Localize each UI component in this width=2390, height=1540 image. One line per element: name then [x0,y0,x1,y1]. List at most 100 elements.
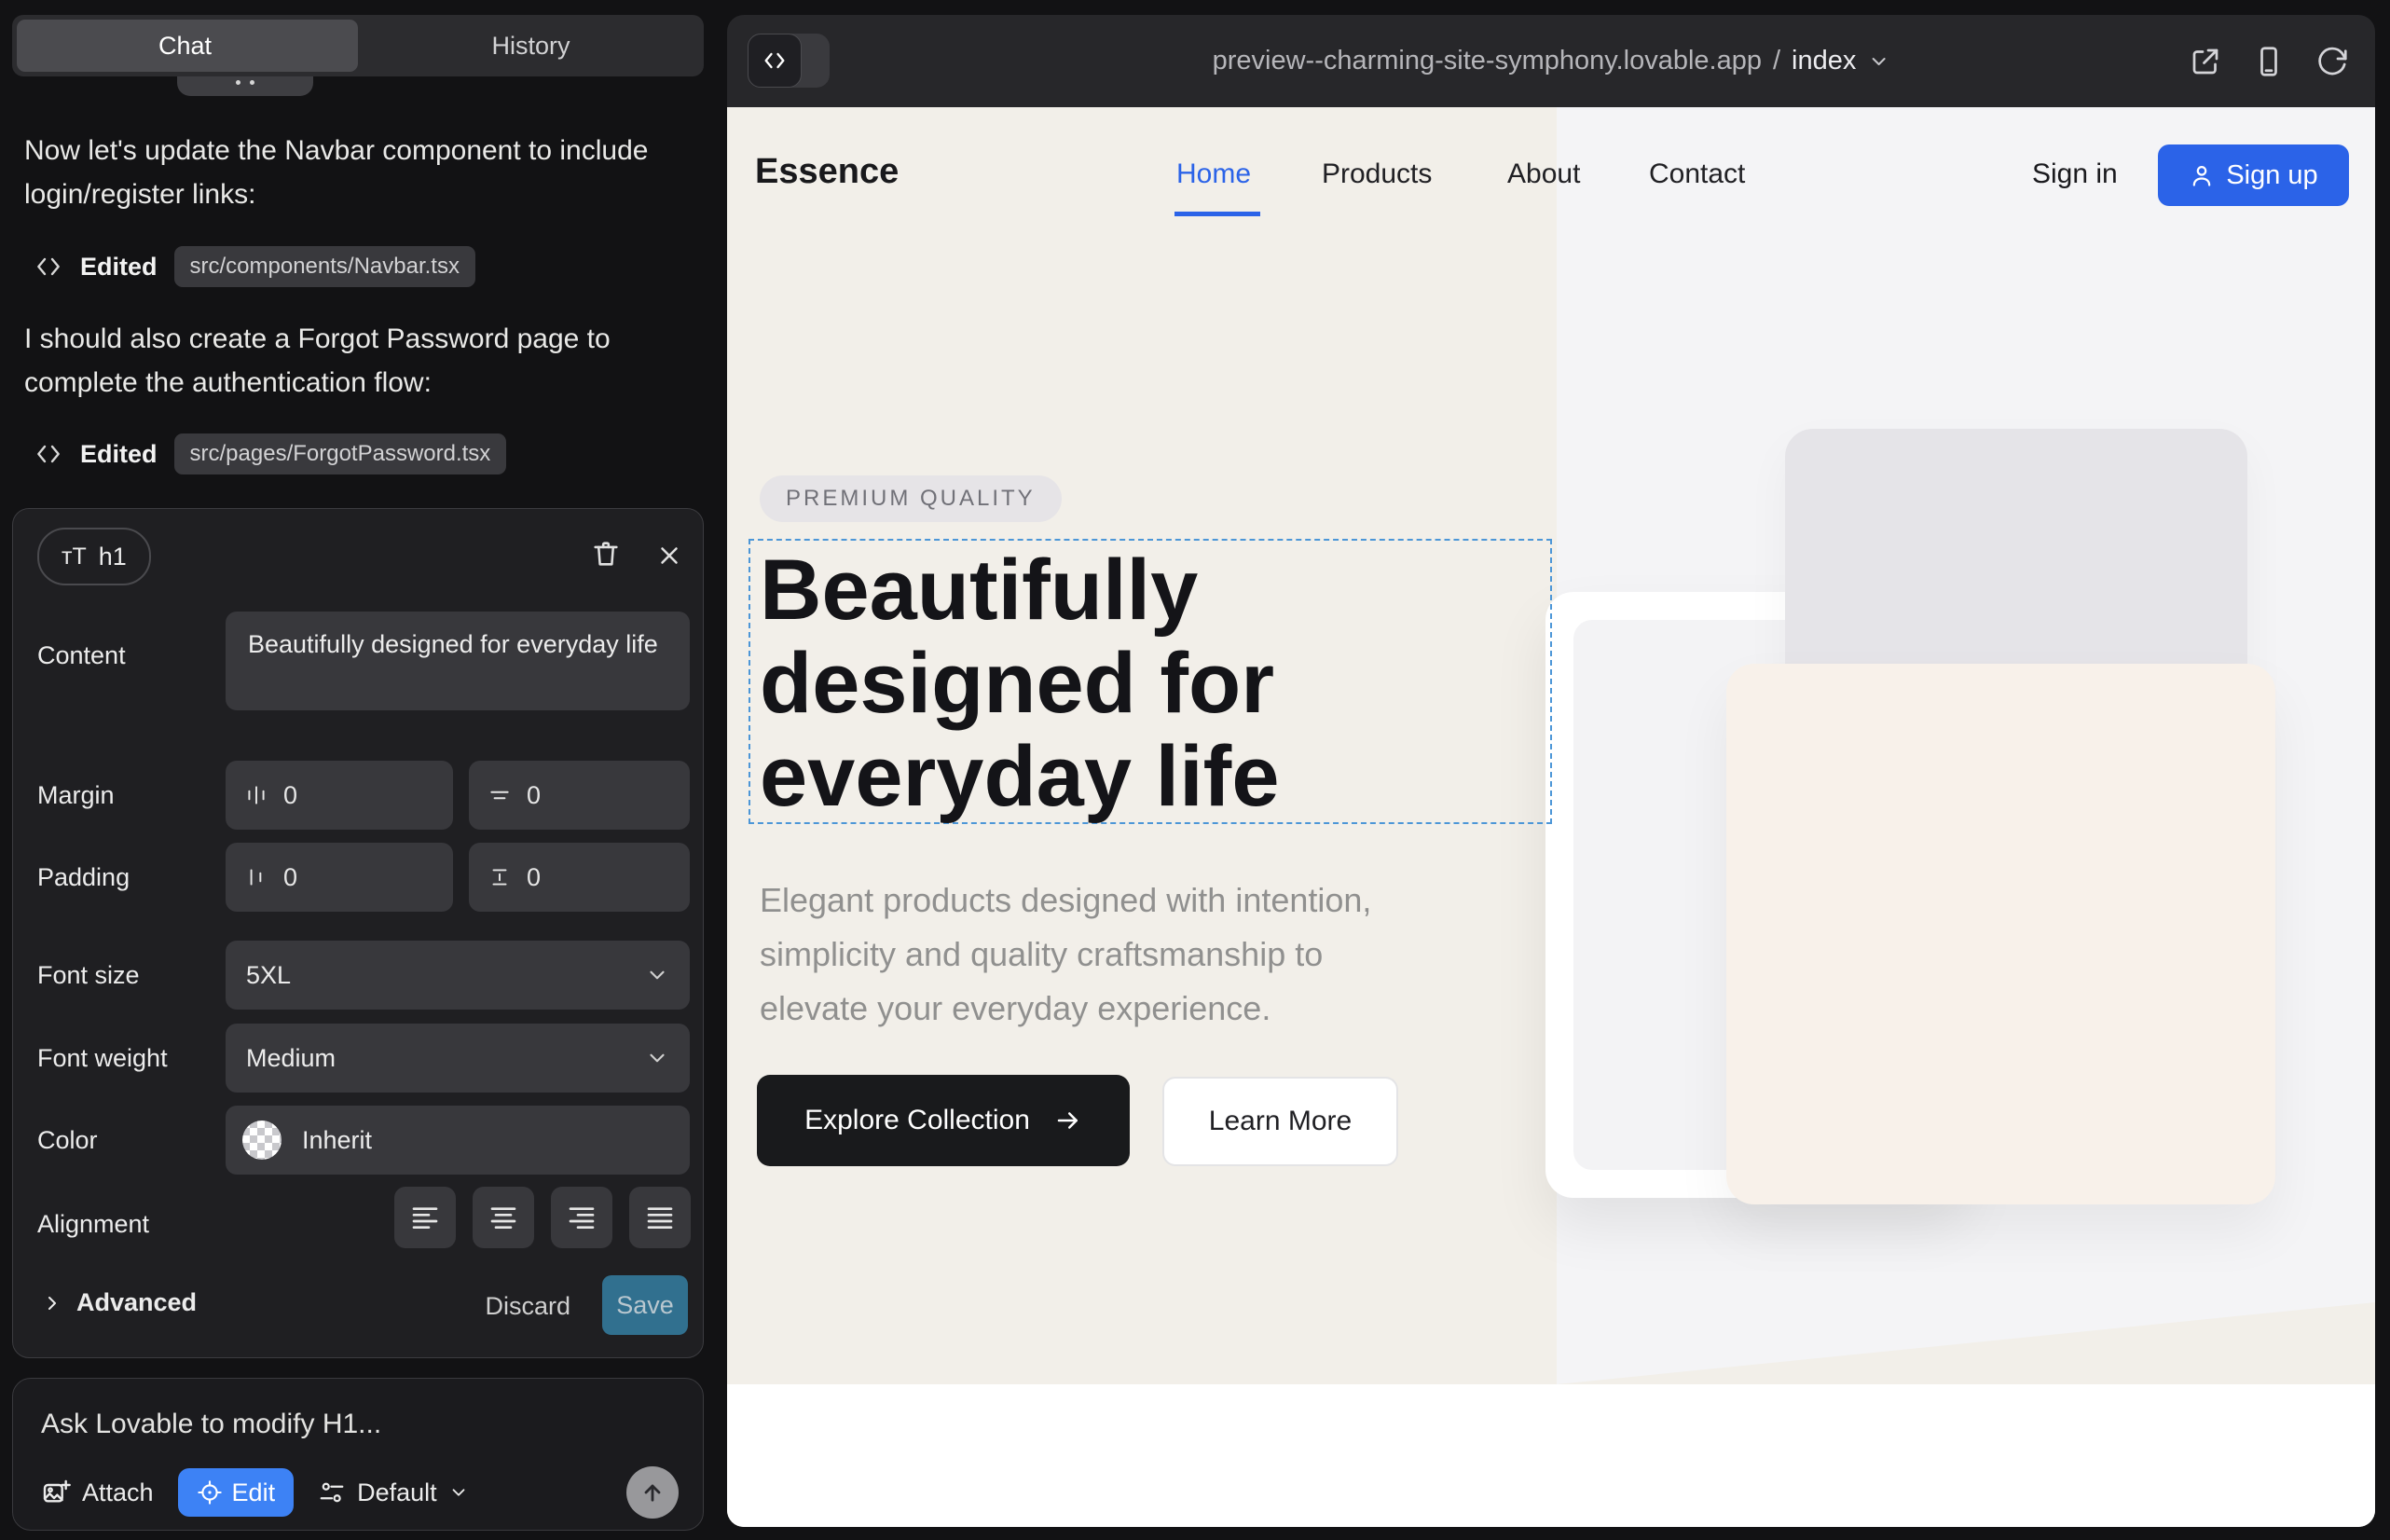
chevron-right-icon [41,1292,63,1314]
chrome-actions [2189,15,2349,107]
element-editor-panel: тT h1 Content Beautifully designed for e… [12,508,704,1358]
font-weight-label: Font weight [37,1044,168,1073]
chat-history-tabs: Chat History [12,15,704,76]
discard-button[interactable]: Discard [485,1292,570,1321]
font-size-label: Font size [37,961,140,990]
padding-y-input[interactable]: 0 [469,843,690,912]
url-bar[interactable]: preview--charming-site-symphony.lovable.… [1213,15,1890,107]
chat-message: Now let's update the Navbar component to… [24,129,684,216]
color-select[interactable]: Inherit [226,1106,690,1175]
hero-paragraph: Elegant products designed with intention… [760,873,1371,1036]
sliders-icon [318,1478,346,1506]
code-icon [34,439,63,469]
edited-file-row: Edited src/components/Navbar.tsx [34,244,475,289]
padding-vertical-icon [488,865,512,889]
align-right-icon [567,1203,597,1232]
save-button[interactable]: Save [602,1275,688,1335]
advanced-toggle[interactable]: Advanced [41,1288,197,1317]
margin-y-input[interactable]: 0 [469,761,690,830]
align-center-icon [488,1203,518,1232]
margin-horizontal-icon [244,783,268,807]
explore-collection-button[interactable]: Explore Collection [757,1075,1130,1166]
content-label: Content [37,641,126,670]
mode-select[interactable]: Default [318,1478,469,1507]
url-separator: / [1773,46,1780,76]
hero-headline[interactable]: Beautifully designed for everyday life [760,543,1279,823]
site-logo[interactable]: Essence [755,152,899,192]
margin-vertical-icon [488,783,512,807]
close-icon [655,542,683,570]
align-center-button[interactable] [473,1187,534,1248]
edited-label: Edited [80,253,158,282]
hero-badge: PREMIUM QUALITY [760,475,1062,522]
nav-link-products[interactable]: Products [1322,158,1432,190]
selected-element-pill: тT h1 [37,528,151,585]
site-canvas: Essence Home Products About Contact Sign… [727,107,2375,1527]
margin-x-input[interactable]: 0 [226,761,453,830]
hero-shape-beige [1726,664,2275,1204]
align-left-icon [410,1203,440,1232]
chevron-down-icon [645,963,669,987]
chevron-down-icon [645,1046,669,1070]
delete-element-button[interactable] [587,535,625,572]
code-preview-toggle[interactable] [748,34,830,88]
content-input[interactable]: Beautifully designed for everyday life [226,612,690,710]
person-icon [2189,162,2215,188]
color-label: Color [37,1126,98,1155]
align-justify-icon [645,1203,675,1232]
padding-x-input[interactable]: 0 [226,843,453,912]
typography-icon: тT [62,543,87,571]
site-section-below [727,1384,2375,1527]
learn-more-button[interactable]: Learn More [1162,1077,1398,1166]
padding-horizontal-icon [244,865,268,889]
nav-link-about[interactable]: About [1507,158,1580,190]
composer-input[interactable]: Ask Lovable to modify H1... [41,1409,381,1440]
chat-message: I should also create a Forgot Password p… [24,317,684,405]
tab-chat[interactable]: Chat [12,15,358,76]
mobile-view-button[interactable] [2252,45,2286,78]
padding-label: Padding [37,863,130,892]
nav-link-contact[interactable]: Contact [1649,158,1745,190]
chevron-down-icon [1867,50,1889,73]
preview-window: preview--charming-site-symphony.lovable.… [727,15,2375,1527]
send-button[interactable] [626,1466,679,1519]
code-toggle-segment[interactable] [748,34,802,88]
edited-label: Edited [80,440,158,469]
nav-active-underline [1174,212,1260,216]
margin-label: Margin [37,781,115,810]
url-domain: preview--charming-site-symphony.lovable.… [1213,46,1762,76]
sign-in-link[interactable]: Sign in [2032,158,2118,190]
trash-icon [590,538,622,570]
attach-image-icon [41,1478,71,1507]
align-justify-button[interactable] [629,1187,691,1248]
font-weight-select[interactable]: Medium [226,1024,690,1093]
code-icon [762,48,788,74]
edited-file-pill[interactable]: src/pages/ForgotPassword.tsx [174,433,507,474]
alignment-label: Alignment [37,1210,149,1239]
chevron-down-icon [448,1482,469,1503]
align-left-button[interactable] [394,1187,456,1248]
edit-mode-button[interactable]: Edit [178,1468,295,1517]
lovable-app: Chat History Now let's update the Navbar… [0,0,2390,1540]
background-wedge [1557,1302,2375,1384]
tab-history[interactable]: History [358,15,704,76]
font-size-select[interactable]: 5XL [226,941,690,1010]
url-page: index [1792,46,1856,76]
element-tag-label: h1 [99,543,127,571]
nav-link-home[interactable]: Home [1176,158,1251,190]
close-editor-button[interactable] [651,537,688,574]
code-icon [34,252,63,282]
sign-up-button[interactable]: Sign up [2158,144,2349,206]
target-icon [197,1479,223,1506]
edited-file-row: Edited src/pages/ForgotPassword.tsx [34,432,506,476]
composer-toolbar: Attach Edit Default [13,1466,703,1519]
open-external-button[interactable] [2189,45,2222,78]
edited-file-pill[interactable]: src/components/Navbar.tsx [174,246,475,287]
align-right-button[interactable] [551,1187,612,1248]
arrow-right-icon [1054,1107,1082,1134]
chat-composer: Ask Lovable to modify H1... Attach Edit … [12,1378,704,1531]
color-swatch [242,1121,282,1160]
refresh-button[interactable] [2315,45,2349,78]
attach-button[interactable]: Attach [41,1478,154,1507]
arrow-up-icon [639,1479,666,1506]
